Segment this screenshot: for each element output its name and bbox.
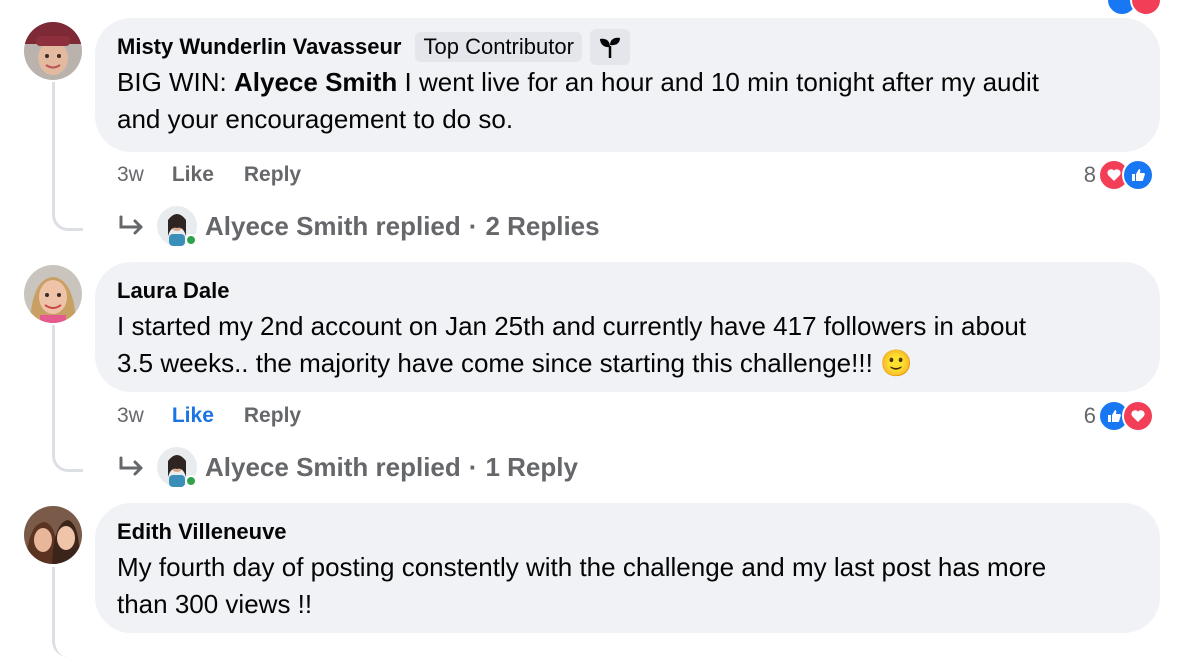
reply-button[interactable]: Reply	[244, 163, 301, 187]
view-replies-link[interactable]: Alyece Smith replied · 1 Reply	[117, 447, 578, 487]
comment-text-line: My fourth day of posting constently with…	[117, 552, 1047, 582]
comment-text: BIG WIN: Alyece Smith I went live for an…	[117, 64, 1138, 138]
separator-dot: ·	[468, 210, 478, 241]
previous-reactions-fragment	[1106, 0, 1162, 16]
love-reaction-icon	[1130, 0, 1162, 16]
comment-bubble: Edith Villeneuve My fourth day of postin…	[95, 503, 1160, 633]
love-reaction-icon	[1122, 400, 1154, 432]
reply-button[interactable]: Reply	[244, 404, 301, 428]
like-button[interactable]: Like	[172, 404, 214, 428]
separator-dot: ·	[468, 451, 478, 482]
thread-connector	[52, 567, 83, 657]
top-contributor-badge[interactable]: Top Contributor	[415, 32, 582, 62]
replier-text: Alyece Smith replied	[205, 210, 461, 241]
online-status-dot	[185, 475, 197, 487]
reply-arrow-icon	[119, 215, 143, 235]
like-button[interactable]: Like	[172, 163, 214, 187]
thread-connector	[52, 325, 83, 472]
comment-timestamp[interactable]: 3w	[117, 404, 144, 428]
replier-text: Alyece Smith replied	[205, 451, 461, 482]
avatar[interactable]	[24, 506, 82, 564]
comment-text-line: I went live for an hour and 10 min tonig…	[397, 67, 1039, 97]
comment-bubble: Laura Dale I started my 2nd account on J…	[95, 262, 1160, 392]
replier-avatar	[157, 447, 197, 487]
view-replies-link[interactable]: Alyece Smith replied · 2 Replies	[117, 206, 600, 246]
replier-avatar	[157, 206, 197, 246]
mention-link[interactable]: Alyece Smith	[234, 67, 397, 97]
reaction-count: 8	[1083, 162, 1096, 187]
comment-text-line: 3.5 weeks.. the majority have come since…	[117, 348, 881, 378]
online-status-dot	[185, 234, 197, 246]
comment-actions: 3w Like Reply	[117, 163, 331, 187]
comment-author[interactable]: Laura Dale	[117, 278, 230, 304]
comment-text-line: I started my 2nd account on Jan 25th and…	[117, 311, 1027, 341]
smile-emoji-icon: 🙂	[880, 348, 913, 378]
thread-connector	[52, 82, 83, 231]
reaction-summary[interactable]: 6	[1084, 400, 1154, 432]
comment-author[interactable]: Misty Wunderlin Vavasseur	[117, 34, 401, 60]
like-reaction-icon	[1122, 159, 1154, 191]
sprout-icon[interactable]	[589, 29, 630, 65]
reply-count: 2 Replies	[485, 210, 600, 241]
comment-author[interactable]: Edith Villeneuve	[117, 519, 287, 545]
reply-count: 1 Reply	[485, 451, 578, 482]
comment-bubble: Misty Wunderlin Vavasseur Top Contributo…	[95, 18, 1160, 152]
avatar[interactable]	[24, 22, 82, 80]
reaction-summary[interactable]: 8	[1084, 159, 1154, 191]
comment-text-line: and your encouragement to do so.	[117, 104, 514, 134]
reaction-count: 6	[1083, 403, 1096, 428]
comment-timestamp[interactable]: 3w	[117, 163, 144, 187]
reply-arrow-icon	[119, 456, 143, 476]
comment-text: I started my 2nd account on Jan 25th and…	[117, 308, 1138, 382]
avatar[interactable]	[24, 265, 82, 323]
comment-actions: 3w Like Reply	[117, 404, 331, 428]
comment-text-line: than 300 views !!	[117, 589, 313, 619]
comment-text: My fourth day of posting constently with…	[117, 549, 1138, 623]
comment-text-prefix: BIG WIN:	[117, 67, 234, 97]
